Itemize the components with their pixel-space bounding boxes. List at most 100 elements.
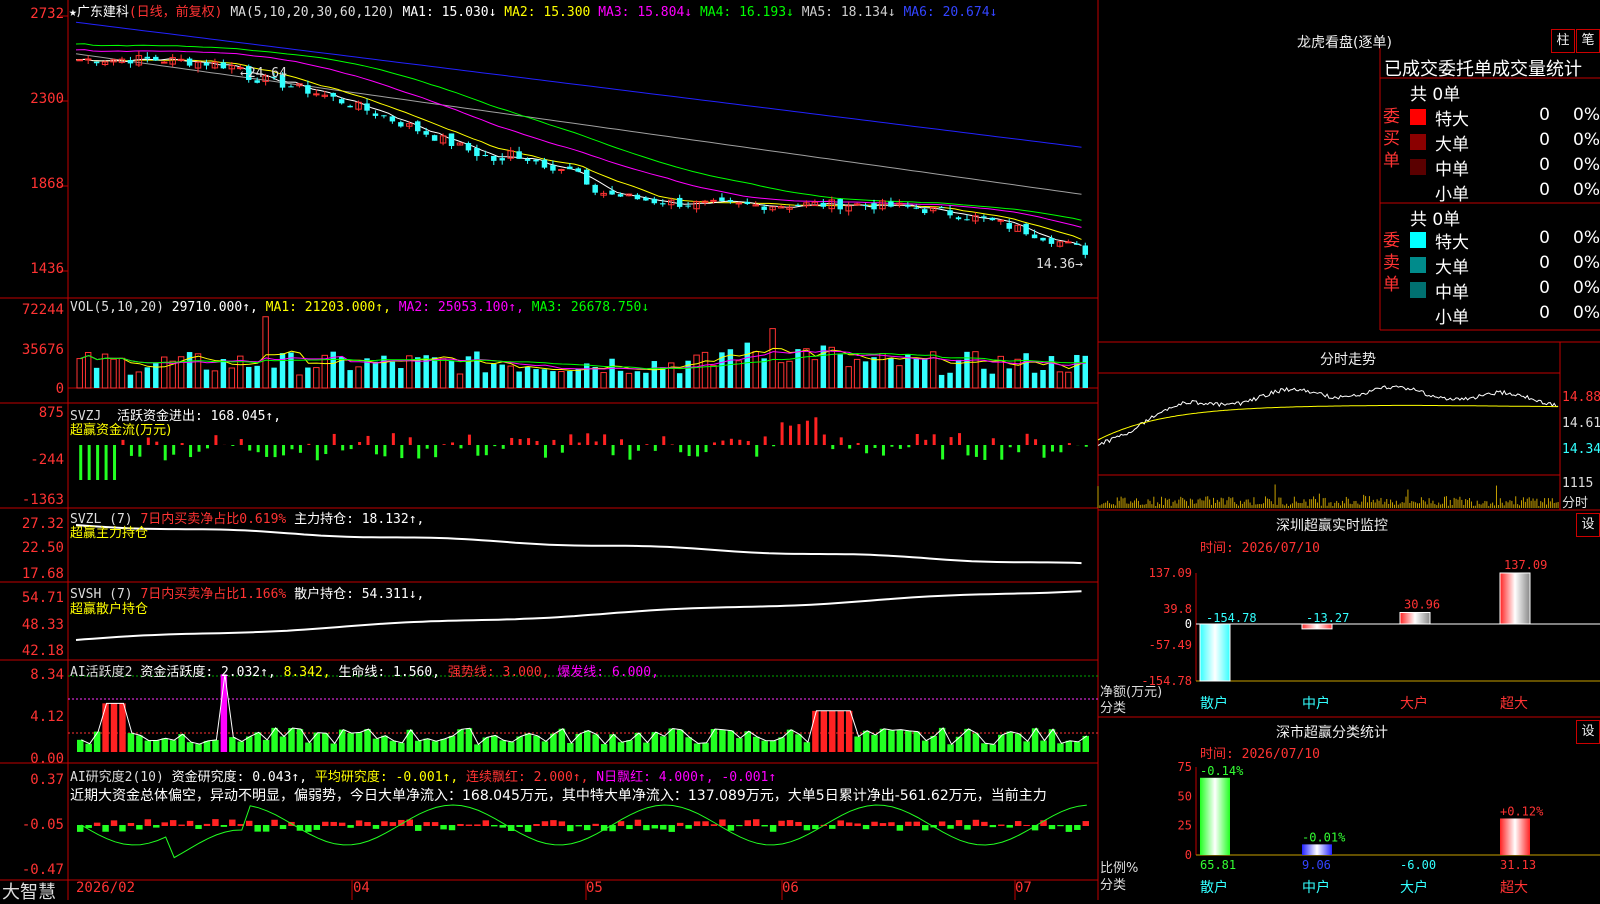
volume-bar [398, 368, 403, 388]
ai-active-label: AI活跃度2 [70, 665, 132, 680]
stats-value-label: 65.81 [1200, 858, 1236, 872]
candle [145, 57, 150, 59]
fund-flow-bar [240, 439, 243, 445]
x-axis-label: 04 [353, 880, 370, 896]
volume-bar [254, 366, 259, 388]
fund-flow-bar [620, 439, 623, 445]
volume-bar [888, 358, 893, 388]
volume-bar [542, 369, 547, 388]
research-bar [254, 825, 260, 832]
activity-bar [947, 744, 953, 752]
research-bar [947, 825, 953, 829]
volume-bar [356, 367, 361, 388]
activity-bar [449, 736, 455, 752]
activity-bar [390, 741, 396, 752]
fund-flow-bar [434, 445, 437, 457]
volume-bar [711, 365, 716, 388]
candle [288, 86, 293, 87]
fund-flow-bar [865, 445, 868, 453]
volume-bar [229, 368, 234, 388]
research-bar [195, 825, 201, 829]
svsh-subtitle: 超赢散户持仓 [70, 598, 148, 617]
ma2-value: MA2: 15.300 [504, 5, 590, 20]
volume-bar [702, 352, 707, 388]
bar-view-button[interactable]: 柱 [1551, 29, 1575, 53]
order-count: 0 [1520, 155, 1550, 175]
sz-stats-settings-button[interactable]: 设 [1576, 720, 1600, 744]
candle [525, 159, 530, 161]
order-count: 0 [1520, 180, 1550, 200]
research-bar [533, 824, 539, 826]
research-bar [111, 820, 117, 826]
fund-flow-bar [586, 433, 589, 445]
research-bar [136, 825, 142, 830]
svsh-axis-tick: 48.33 [2, 617, 64, 633]
research-bar [652, 825, 658, 828]
fund-flow-bar [797, 424, 800, 445]
volume-bar [812, 360, 817, 388]
vol-axis-tick: 72244 [2, 302, 64, 318]
fund-flow-bar [747, 441, 750, 445]
research-bar [973, 820, 979, 826]
volume-bar [559, 372, 564, 388]
main-chart-canvas[interactable]: 137.0939.80-57.49-154.78-154.78散户-13.27中… [0, 0, 1600, 900]
volume-bar [939, 375, 944, 388]
ai-active-strong: 强势线: 3.000, [448, 665, 550, 680]
vol-ma3: MA3: 26678.750↓ [532, 300, 649, 315]
fund-flow-bar [772, 445, 775, 446]
research-bar [1015, 821, 1021, 826]
candle [1049, 238, 1054, 244]
volume-bar [1074, 355, 1079, 388]
volume-bar [905, 354, 910, 388]
activity-bar [626, 740, 632, 752]
ma5-value: MA5: 18.134↓ [802, 5, 896, 20]
activity-bar [871, 735, 877, 752]
activity-bar [719, 730, 725, 752]
fund-flow-bar [561, 445, 564, 453]
tick-view-button[interactable]: 笔 [1576, 29, 1600, 53]
volume-bar [601, 373, 606, 388]
fund-flow-bar [400, 445, 403, 458]
order-size-label: 中单 [1435, 155, 1469, 180]
fund-flow-bar [645, 444, 648, 445]
candle [990, 218, 995, 220]
stats-bar [1302, 844, 1332, 855]
research-bar [745, 820, 751, 826]
ma4-value: MA4: 16.193↓ [700, 5, 794, 20]
ai-active-axis-tick: 8.34 [2, 667, 64, 683]
candle [347, 106, 352, 107]
candle [550, 165, 555, 170]
fund-flow-bar [890, 445, 893, 447]
research-bar [922, 825, 928, 830]
volume-bar [635, 371, 640, 388]
order-percent: 0% [1565, 130, 1600, 150]
candle [466, 143, 471, 150]
volume-bar [914, 358, 919, 388]
volume-bar [956, 360, 961, 388]
volume-bar [271, 368, 276, 388]
volume-bar [897, 366, 902, 388]
sz-monitor-title: 深圳超赢实时监控 [1276, 515, 1388, 535]
activity-bar [85, 744, 91, 752]
sz-monitor-settings-button[interactable]: 设 [1576, 513, 1600, 537]
activity-bar [930, 736, 936, 752]
research-bar [1049, 825, 1055, 829]
stats-value-label: 9.06 [1302, 858, 1331, 872]
order-size-color-swatch [1410, 159, 1426, 175]
volume-bar [922, 358, 927, 388]
fund-flow-bar [705, 445, 708, 452]
stats-change-label: +0.12% [1500, 804, 1544, 818]
activity-bar [119, 703, 125, 752]
research-bar [677, 823, 683, 826]
candle [998, 220, 1003, 221]
activity-bar [804, 742, 810, 752]
fund-flow-bar [1085, 445, 1088, 447]
activity-bar [457, 729, 463, 752]
sz-stats-title: 深市超赢分类统计 [1276, 722, 1388, 742]
candle [533, 160, 538, 162]
fund-flow-bar [738, 440, 741, 445]
svzl-value: 主力持仓: 18.132↑, [294, 512, 424, 527]
volume-bar [77, 359, 82, 388]
fund-flow-bar [671, 444, 674, 445]
order-size-label: 大单 [1435, 253, 1469, 278]
